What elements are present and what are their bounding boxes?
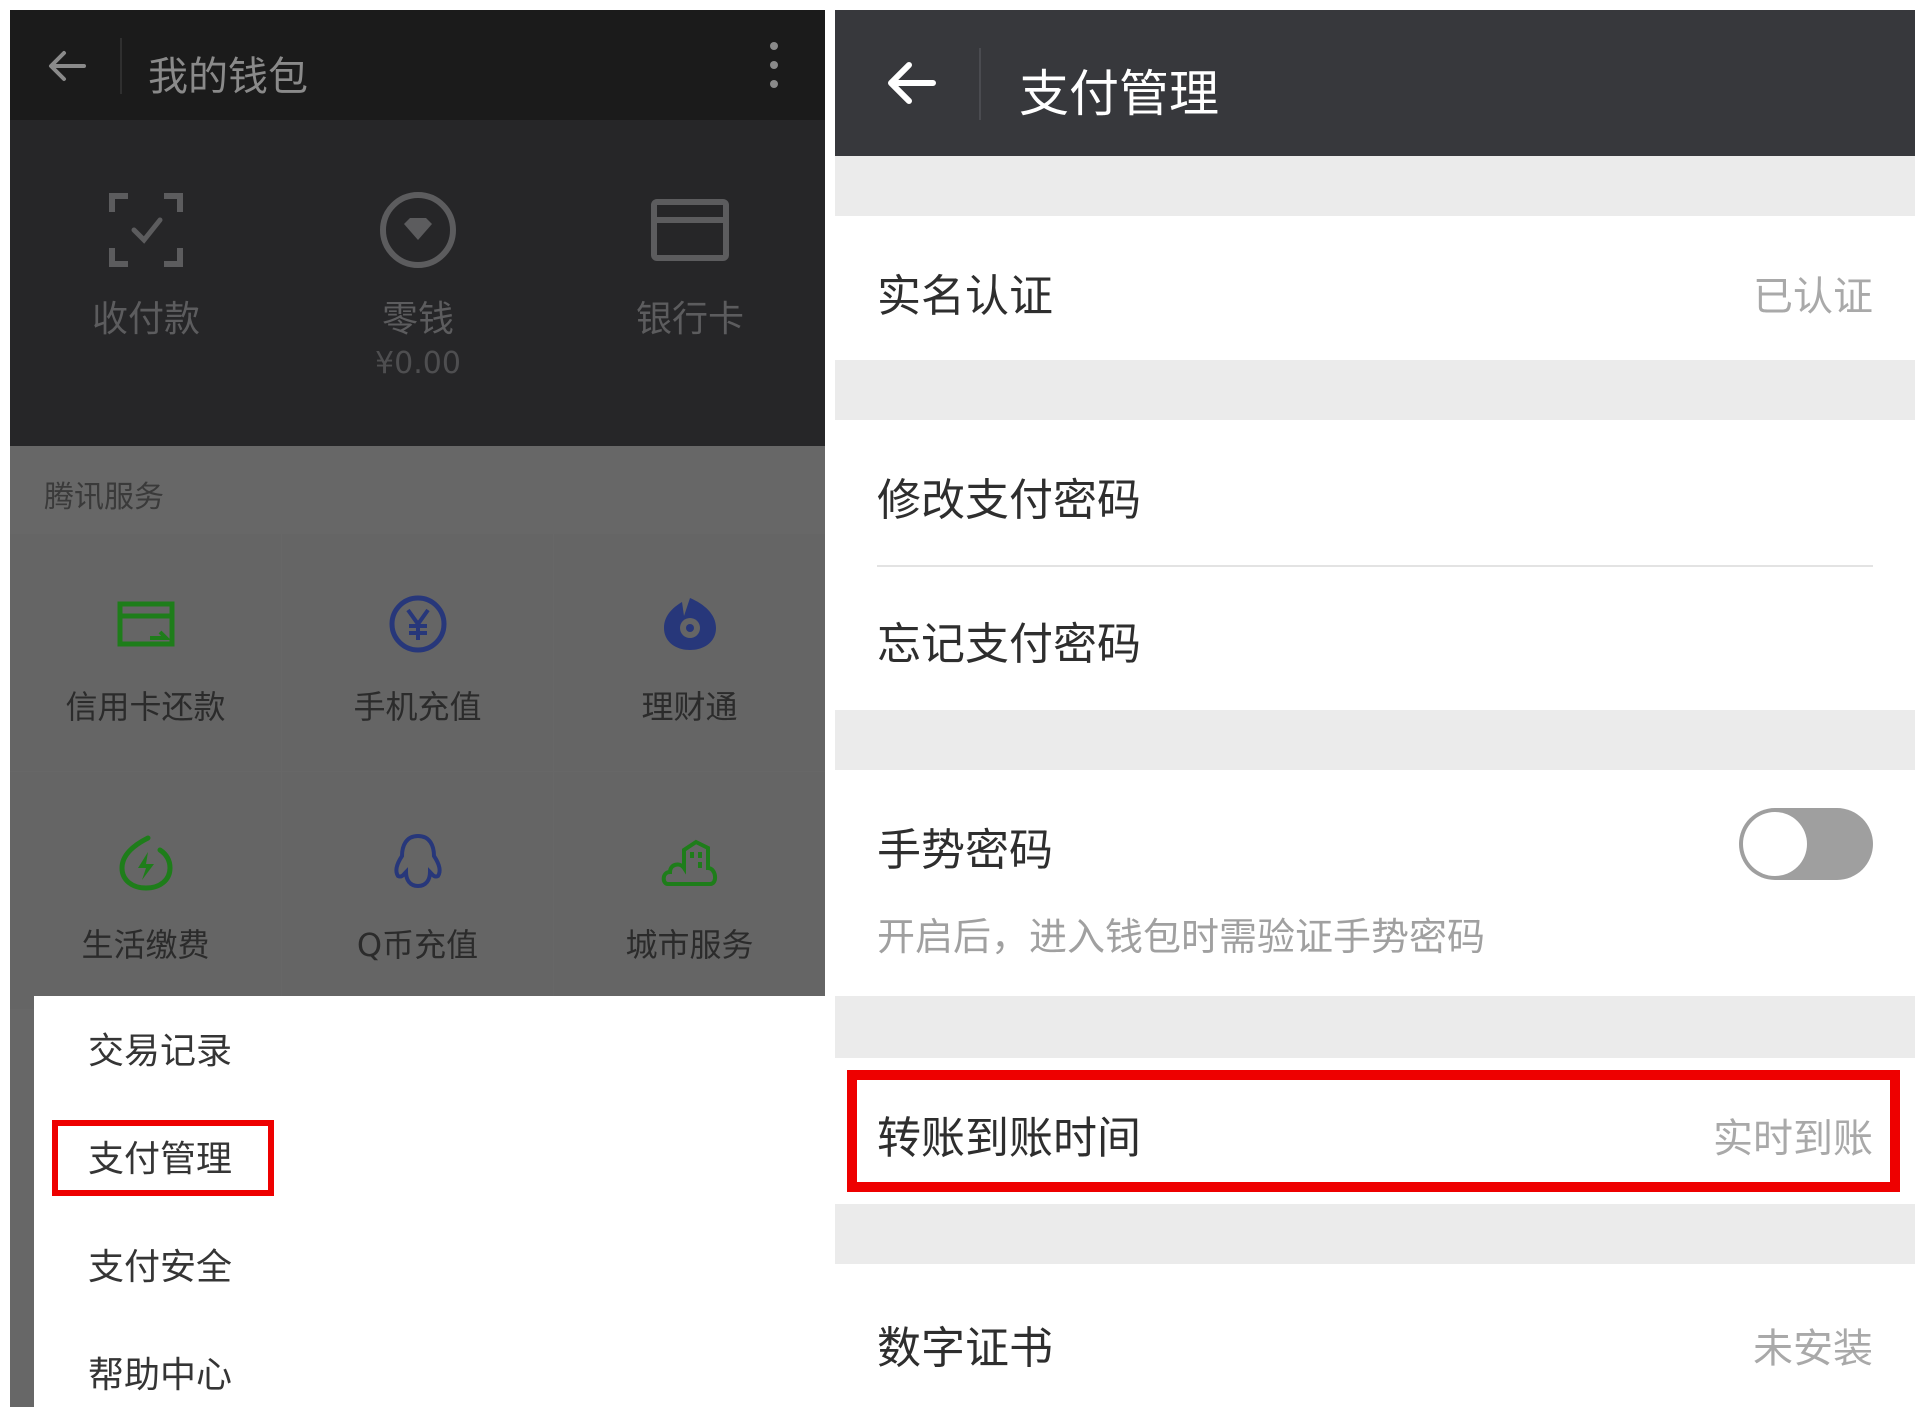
change-label: 零钱 [381, 299, 454, 340]
service-label: 生活缴费 [81, 926, 210, 964]
more-options-icon[interactable] [764, 42, 784, 92]
row-value: 已认证 [1753, 274, 1873, 320]
menu-item-label: 支付安全 [88, 1247, 233, 1288]
service-label: 手机充值 [353, 688, 482, 726]
bank-card-icon [651, 199, 729, 261]
row-forgot-password[interactable]: 忘记支付密码 [835, 566, 1915, 710]
service-wealth[interactable]: 理财通 [554, 534, 825, 771]
collect-pay-label: 收付款 [91, 299, 200, 340]
yen-circle-icon [389, 595, 447, 653]
toggle-knob [1743, 812, 1807, 876]
row-change-password[interactable]: 修改支付密码 [835, 420, 1915, 564]
service-label: 理财通 [641, 688, 738, 726]
service-label: 城市服务 [625, 926, 754, 964]
service-phone-recharge[interactable]: 手机充值 [282, 534, 553, 771]
row-label: 数字证书 [877, 1323, 1053, 1374]
row-label: 手势密码 [877, 825, 1053, 876]
service-label: 信用卡还款 [65, 688, 226, 726]
row-label: 实名认证 [877, 271, 1053, 322]
page-title: 支付管理 [1019, 65, 1219, 123]
section-title: 腾讯服务 [44, 480, 164, 515]
page-title: 我的钱包 [148, 54, 308, 100]
service-label: Q币充值 [356, 926, 479, 964]
back-arrow-icon[interactable] [883, 55, 939, 111]
wallet-top-section: 收付款 零钱 ¥0.00 银行卡 [10, 120, 825, 446]
payment-header: 支付管理 [835, 10, 1915, 156]
city-icon [661, 839, 717, 886]
bolt-circle-icon [119, 835, 173, 891]
wallet-dropdown-menu: 交易记录 支付管理 支付安全 帮助中心 [34, 996, 825, 1407]
wallet-diamond-icon [380, 192, 456, 268]
highlight-box [847, 1070, 1900, 1192]
row-digital-certificate[interactable]: 数字证书 未安装 [835, 1264, 1915, 1407]
wallet-screen: 我的钱包 收付款 零钱 ¥0.00 银行卡 腾讯服务 信用卡还款 手机充值 理财… [10, 10, 825, 1407]
service-utilities[interactable]: 生活缴费 [10, 772, 281, 1009]
password-card: 修改支付密码 忘记支付密码 [835, 420, 1915, 710]
row-description: 开启后，进入钱包时需验证手势密码 [877, 915, 1486, 959]
payment-management-screen: 支付管理 实名认证 已认证 修改支付密码 忘记支付密码 手势密码 开启后，进入钱… [835, 10, 1915, 1407]
row-value: 未安装 [1753, 1326, 1873, 1372]
menu-item-label: 帮助中心 [88, 1355, 233, 1396]
penguin-icon [394, 833, 442, 889]
service-credit-card-repay[interactable]: 信用卡还款 [10, 534, 281, 771]
row-label: 忘记支付密码 [877, 619, 1141, 670]
row-gesture-password: 手势密码 开启后，进入钱包时需验证手势密码 [835, 770, 1915, 996]
service-city[interactable]: 城市服务 [554, 772, 825, 1009]
highlight-box [52, 1120, 274, 1196]
change-amount: ¥0.00 [375, 346, 461, 381]
wealth-drop-icon [664, 598, 716, 650]
row-label: 修改支付密码 [877, 475, 1141, 526]
header-divider [979, 48, 981, 120]
wallet-header: 我的钱包 [10, 10, 825, 120]
collect-pay-button[interactable]: 收付款 [10, 120, 282, 446]
menu-item-label: 交易记录 [88, 1031, 233, 1072]
menu-item-transactions[interactable]: 交易记录 [34, 996, 825, 1102]
menu-item-help-center[interactable]: 帮助中心 [34, 1320, 825, 1407]
bank-card-label: 银行卡 [635, 299, 744, 340]
change-balance-button[interactable]: 零钱 ¥0.00 [282, 120, 554, 446]
scan-check-icon [109, 193, 183, 267]
service-qcoin[interactable]: Q币充值 [282, 772, 553, 1009]
gesture-password-toggle[interactable] [1739, 808, 1873, 880]
credit-card-repay-icon [117, 601, 175, 647]
bank-card-button[interactable]: 银行卡 [554, 120, 825, 446]
back-arrow-icon[interactable] [44, 43, 90, 89]
menu-item-payment-security[interactable]: 支付安全 [34, 1212, 825, 1318]
row-real-name[interactable]: 实名认证 已认证 [835, 216, 1915, 360]
header-divider [120, 38, 122, 94]
